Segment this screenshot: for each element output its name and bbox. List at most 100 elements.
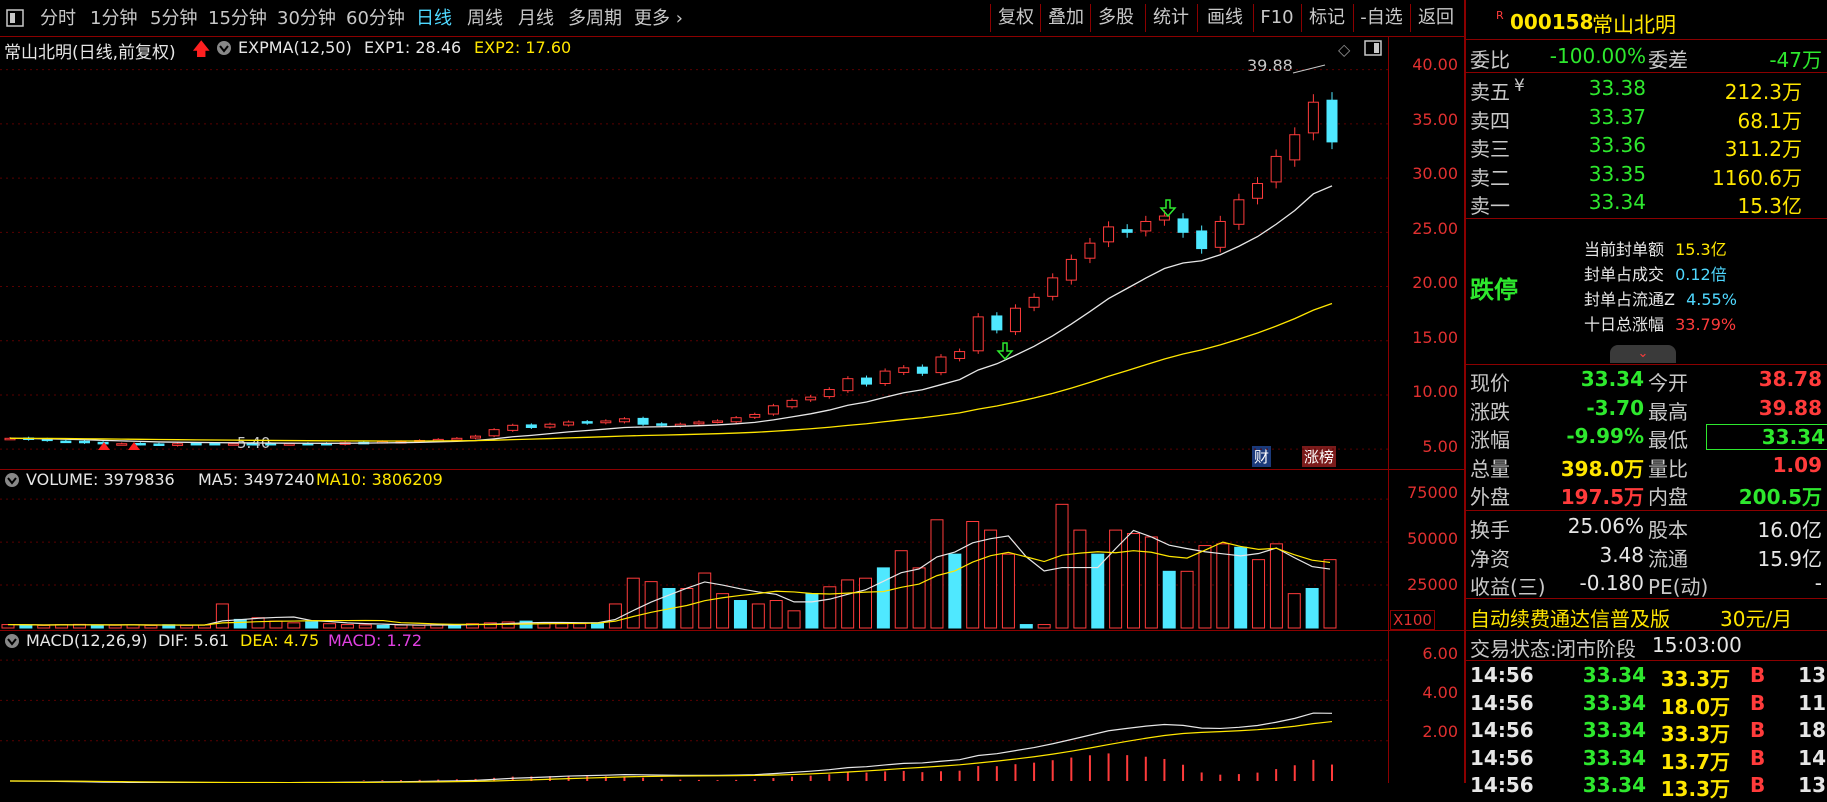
candle bbox=[227, 443, 239, 446]
ask-row[interactable]: 卖五 ¥ 33.38 212.3万 bbox=[1466, 76, 1827, 104]
candle bbox=[469, 435, 481, 439]
kline-chart[interactable] bbox=[0, 0, 1388, 783]
ask-row[interactable]: 卖一 33.34 15.3亿 bbox=[1466, 190, 1827, 218]
ask-label: 卖三 bbox=[1470, 137, 1510, 161]
candle bbox=[805, 396, 817, 401]
fund-label: 股本 bbox=[1648, 518, 1688, 542]
tick-price: 33.34 bbox=[1582, 718, 1646, 742]
quote-label: 量比 bbox=[1648, 456, 1688, 481]
volume-bar bbox=[984, 529, 998, 629]
candle bbox=[767, 405, 779, 415]
quote-label: 最高 bbox=[1648, 399, 1688, 424]
tick-volume: 33.3万 bbox=[1660, 667, 1730, 691]
tick-volume: 13.7万 bbox=[1660, 749, 1730, 774]
price-tick: 5.00 bbox=[1422, 437, 1458, 456]
tick-count: 18 bbox=[1798, 718, 1826, 742]
weicha-value: -47万 bbox=[1769, 48, 1822, 72]
volume-bar bbox=[573, 623, 587, 629]
candle bbox=[544, 423, 556, 428]
volume-bar bbox=[323, 623, 337, 629]
volume-bar bbox=[966, 521, 980, 629]
yen-icon: ¥ bbox=[1514, 76, 1525, 96]
tick-side: B bbox=[1750, 690, 1766, 715]
ask-price: 33.34 bbox=[1588, 190, 1646, 214]
tick-price: 33.34 bbox=[1582, 690, 1646, 715]
price-tick: 10.00 bbox=[1412, 382, 1458, 401]
volume-bar bbox=[787, 610, 801, 629]
ask-row[interactable]: 卖四 33.37 68.1万 bbox=[1466, 105, 1827, 133]
tick-volume: 13.3万 bbox=[1660, 777, 1730, 801]
tick-price: 33.34 bbox=[1582, 773, 1646, 797]
exp2-line bbox=[9, 302, 1333, 442]
volume-bar bbox=[305, 621, 319, 629]
limit-info-row: 当前封单额 15.3亿 bbox=[1584, 236, 1727, 260]
back-button[interactable]: 返回 bbox=[1410, 4, 1461, 32]
volume-bar bbox=[1252, 559, 1266, 629]
volume-bar bbox=[1234, 546, 1248, 629]
ask-volume: 212.3万 bbox=[1724, 80, 1802, 104]
candle bbox=[116, 443, 128, 446]
candle bbox=[1084, 242, 1096, 259]
ask-label: 卖一 bbox=[1470, 194, 1510, 218]
candle bbox=[618, 418, 630, 423]
ask-volume: 1160.6万 bbox=[1712, 165, 1802, 190]
stock-code: 000158 bbox=[1510, 10, 1594, 34]
quote-label: 现价 bbox=[1470, 371, 1510, 395]
candle bbox=[209, 442, 221, 446]
candle bbox=[563, 421, 575, 426]
quote-row: 涨幅 -9.99% 最低 33.34 bbox=[1466, 424, 1827, 452]
tick-side: B bbox=[1750, 745, 1766, 770]
volume-bar bbox=[1001, 553, 1015, 629]
collapse-chevron-icon[interactable]: ⌄ bbox=[1610, 345, 1676, 363]
volume-bar bbox=[1180, 570, 1194, 629]
volume-bar bbox=[1055, 503, 1069, 629]
limit-info-key: 封单占流通Z bbox=[1584, 290, 1675, 309]
quote-value: 1.09 bbox=[1772, 452, 1822, 477]
promo-banner[interactable]: 自动续费通达信普及版 30元/月 bbox=[1466, 603, 1827, 631]
fund-value: -0.180 bbox=[1579, 571, 1644, 595]
quote-label: 外盘 bbox=[1470, 485, 1510, 509]
exp1-line bbox=[9, 185, 1333, 444]
limit-info-row: 封单占流通Z 4.55% bbox=[1584, 286, 1737, 310]
quote-value: -9.99% bbox=[1566, 424, 1644, 448]
volume-bar bbox=[769, 600, 783, 629]
ask-volume: 15.3亿 bbox=[1737, 194, 1802, 218]
price-tick: 30.00 bbox=[1412, 164, 1458, 183]
volume-bar bbox=[269, 620, 283, 629]
ask-volume: 68.1万 bbox=[1737, 108, 1802, 133]
volume-bar bbox=[108, 624, 122, 629]
ask-label: 卖四 bbox=[1470, 108, 1510, 133]
candle bbox=[656, 423, 668, 426]
limit-info-key: 封单占成交 bbox=[1584, 265, 1665, 284]
quote-label: 今开 bbox=[1648, 371, 1688, 395]
price-tick: 25.00 bbox=[1412, 219, 1458, 238]
weibi-row: 委比 -100.00% 委差 -47万 bbox=[1466, 44, 1827, 72]
tick-side: B bbox=[1750, 663, 1766, 687]
candle bbox=[1326, 99, 1338, 143]
tick-time: 14:56 bbox=[1470, 745, 1534, 770]
candle bbox=[1009, 307, 1021, 333]
promo-price: 30元/月 bbox=[1720, 607, 1793, 631]
fund-label: 净资 bbox=[1470, 546, 1510, 571]
quote-value: -3.70 bbox=[1586, 395, 1644, 420]
volume-bar bbox=[859, 577, 873, 629]
volume-bar bbox=[608, 603, 622, 629]
volume-unit: X100 bbox=[1390, 610, 1435, 630]
candle bbox=[451, 437, 463, 441]
volume-bar bbox=[733, 600, 747, 629]
volume-bar bbox=[1073, 529, 1087, 629]
candle bbox=[1233, 199, 1245, 225]
fund-label: PE(动) bbox=[1648, 575, 1709, 599]
volume-bar bbox=[751, 603, 765, 629]
candle bbox=[786, 399, 798, 408]
ask-row[interactable]: 卖三 33.36 311.2万 bbox=[1466, 133, 1827, 161]
quote-label: 总量 bbox=[1470, 456, 1510, 481]
candle bbox=[1140, 220, 1152, 232]
tick-price: 33.34 bbox=[1582, 663, 1646, 687]
volume-bar bbox=[912, 567, 926, 629]
ask-row[interactable]: 卖二 33.35 1160.6万 bbox=[1466, 162, 1827, 190]
quote-value: 39.88 bbox=[1758, 395, 1822, 420]
quote-label: 涨跌 bbox=[1470, 399, 1510, 424]
quote-value: 398.0万 bbox=[1560, 456, 1644, 481]
volume-bar bbox=[37, 624, 51, 629]
